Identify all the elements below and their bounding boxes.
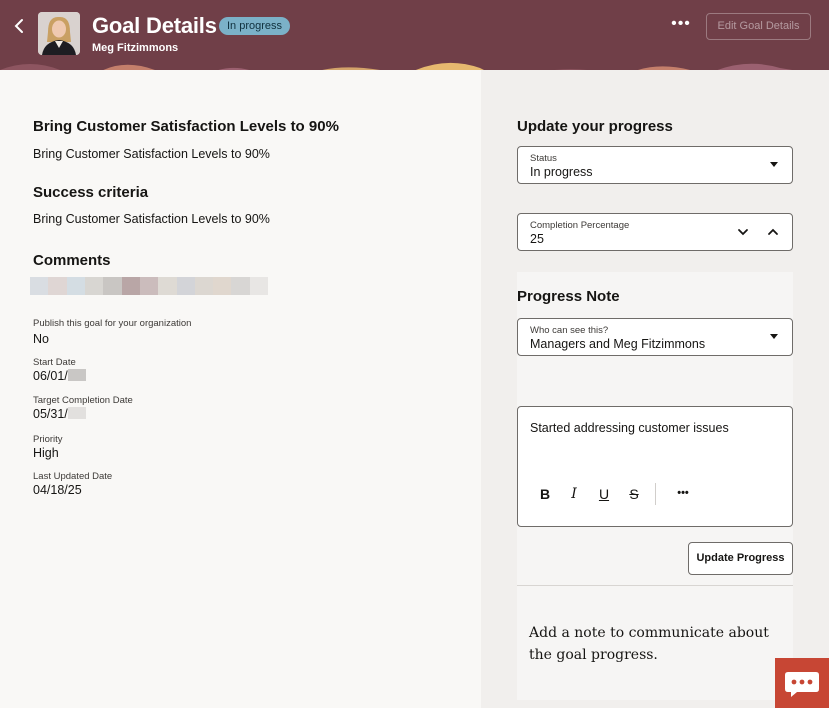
divider bbox=[517, 585, 793, 586]
completion-percentage-field[interactable]: Completion Percentage 25 bbox=[517, 213, 793, 251]
more-formatting-icon[interactable]: ••• bbox=[670, 486, 696, 504]
chat-button[interactable] bbox=[775, 658, 829, 708]
strikethrough-icon[interactable]: S bbox=[625, 486, 643, 504]
note-editor[interactable]: Started addressing customer issues B I U… bbox=[517, 406, 793, 527]
last-updated-label: Last Updated Date bbox=[33, 471, 113, 482]
italic-icon[interactable]: I bbox=[565, 486, 583, 504]
success-criteria-heading: Success criteria bbox=[33, 184, 149, 201]
caret-down-icon bbox=[770, 334, 778, 339]
page-header: Goal Details In progress Meg Fitzimmons … bbox=[0, 0, 829, 70]
employee-name: Meg Fitzimmons bbox=[92, 42, 179, 54]
start-date-label: Start Date bbox=[33, 357, 76, 368]
completion-value: 25 bbox=[530, 232, 544, 246]
comments-heading: Comments bbox=[33, 252, 111, 269]
bold-icon[interactable]: B bbox=[536, 486, 554, 504]
status-label: Status bbox=[530, 153, 557, 164]
update-progress-button[interactable]: Update Progress bbox=[688, 542, 793, 575]
caret-down-icon bbox=[770, 162, 778, 167]
update-progress-panel: Update your progress Status In progress … bbox=[481, 70, 829, 708]
progress-note-heading: Progress Note bbox=[517, 288, 620, 305]
visibility-select[interactable]: Who can see this? Managers and Meg Fitzi… bbox=[517, 318, 793, 356]
avatar bbox=[38, 12, 80, 55]
start-date-value: 06/01/ bbox=[33, 369, 86, 383]
publish-value: No bbox=[33, 332, 49, 346]
target-date-label: Target Completion Date bbox=[33, 395, 133, 406]
priority-label: Priority bbox=[33, 434, 63, 445]
chevron-up-icon[interactable] bbox=[766, 225, 780, 239]
back-icon[interactable] bbox=[10, 16, 28, 36]
note-hint: Add a note to communicate about the goal… bbox=[529, 625, 769, 663]
target-date-value: 05/31/ bbox=[33, 407, 86, 421]
status-select[interactable]: Status In progress bbox=[517, 146, 793, 184]
visibility-value: Managers and Meg Fitzimmons bbox=[530, 337, 706, 351]
edit-goal-details-button[interactable]: Edit Goal Details bbox=[706, 13, 811, 40]
goal-description: Bring Customer Satisfaction Levels to 90… bbox=[33, 147, 270, 161]
toolbar-separator bbox=[655, 483, 656, 505]
priority-value: High bbox=[33, 446, 59, 460]
goal-details-panel: Bring Customer Satisfaction Levels to 90… bbox=[0, 70, 481, 708]
status-badge: In progress bbox=[219, 17, 291, 35]
success-criteria-text: Bring Customer Satisfaction Levels to 90… bbox=[33, 212, 270, 226]
publish-label: Publish this goal for your organization bbox=[33, 318, 192, 329]
chevron-down-icon[interactable] bbox=[736, 225, 750, 239]
status-value: In progress bbox=[530, 165, 593, 179]
goal-title: Bring Customer Satisfaction Levels to 90… bbox=[33, 118, 339, 135]
underline-icon[interactable]: U bbox=[595, 486, 613, 504]
visibility-label: Who can see this? bbox=[530, 325, 609, 336]
more-actions-button[interactable]: ••• bbox=[668, 16, 694, 36]
completion-label: Completion Percentage bbox=[530, 220, 630, 231]
update-progress-heading: Update your progress bbox=[517, 118, 673, 135]
last-updated-value: 04/18/25 bbox=[33, 483, 82, 497]
chat-icon bbox=[785, 672, 819, 697]
comments-redacted bbox=[30, 277, 269, 295]
note-editor-text[interactable]: Started addressing customer issues bbox=[530, 421, 729, 435]
page-title: Goal Details bbox=[92, 13, 217, 38]
